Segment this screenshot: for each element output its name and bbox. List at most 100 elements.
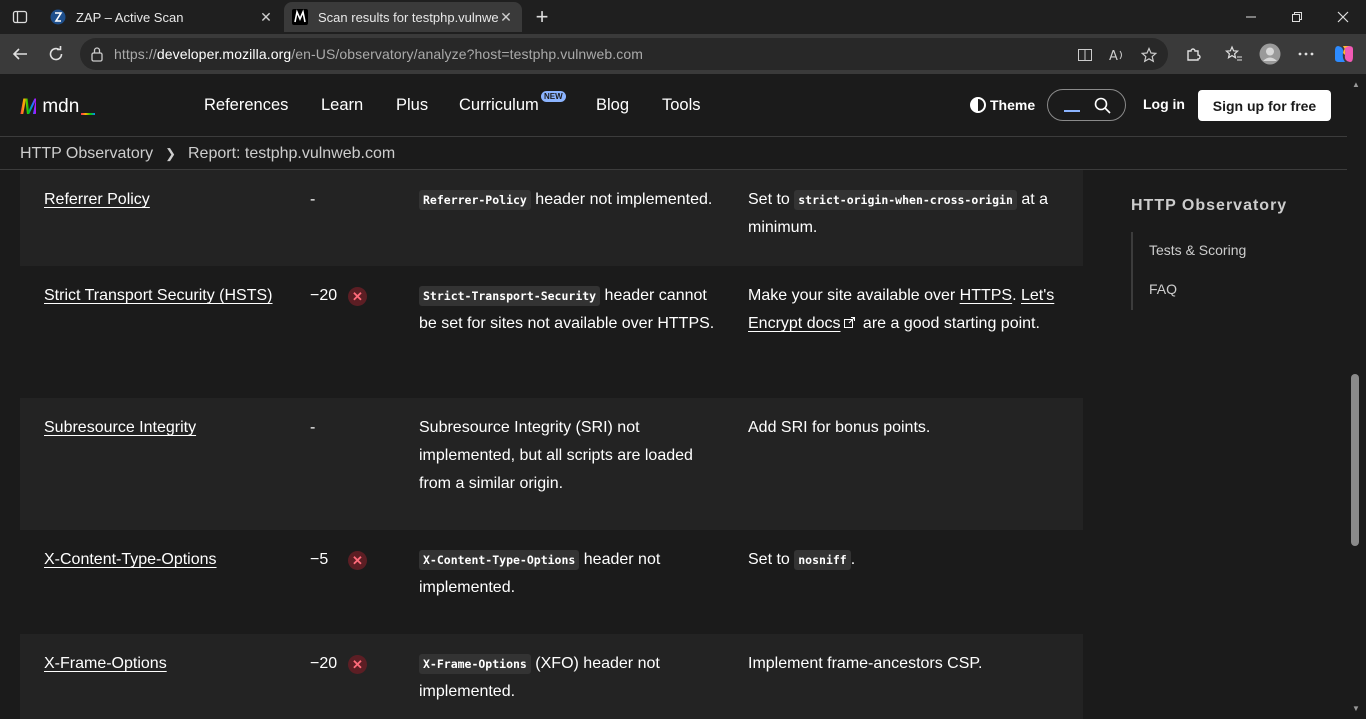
split-screen-icon[interactable] [1076,46,1094,64]
browser-tab-bar: ZAP – Active Scan ✕ Scan results for tes… [0,0,1366,34]
test-link-referrer-policy[interactable]: Referrer Policy [44,191,150,208]
header-code: Referrer-Policy [419,190,531,210]
advice-text: Add SRI for bonus points. [748,419,931,436]
reload-icon[interactable] [44,42,68,66]
advice-text: . [850,551,856,568]
breadcrumb-item-report[interactable]: Report: testphp.vulnweb.com [188,145,395,163]
lock-icon[interactable] [90,46,106,62]
score-cell: −20 ✕ [310,650,400,678]
nav-plus[interactable]: Plus [396,96,428,115]
advice-cell: Set to strict-origin-when-cross-origin a… [748,186,1058,242]
search-caret [1064,110,1080,112]
header-code: X-Frame-Options [419,654,531,674]
mdn-logo-text: mdn [42,96,80,117]
scroll-up-arrow-icon[interactable]: ▲ [1352,80,1360,89]
mdn-header: M mdn References Learn Plus Curriculum N… [0,74,1347,137]
advice-text: Set to [748,191,795,208]
reason-cell: Strict-Transport-Security header cannot … [419,282,719,338]
nav-blog[interactable]: Blog [596,96,629,115]
advice-cell: Add SRI for bonus points. [748,414,1058,442]
score-value: −5 [310,551,329,568]
https-link[interactable]: HTTPS [960,287,1012,304]
table-row: Strict Transport Security (HSTS) −20 ✕ St… [20,266,1083,398]
advice-cell: Make your site available over HTTPS. Let… [748,282,1058,338]
tab-actions-icon[interactable] [8,5,32,29]
close-tab-icon[interactable]: ✕ [258,9,274,25]
close-window-icon[interactable] [1320,0,1366,34]
advice-text: Set to [748,551,795,568]
test-link-sri[interactable]: Subresource Integrity [44,419,196,436]
login-link[interactable]: Log in [1143,96,1185,112]
minimize-icon[interactable] [1228,0,1274,34]
tab-title: ZAP – Active Scan [76,9,184,25]
test-link-xcto[interactable]: X-Content-Type-Options [44,551,217,568]
reason-text: Subresource Integrity (SRI) not implemen… [419,419,693,492]
advice-text: are a good starting point. [858,315,1040,332]
favorites-icon[interactable] [1222,42,1246,66]
reason-cell: X-Content-Type-Options header not implem… [419,546,719,602]
breadcrumb-item-observatory[interactable]: HTTP Observatory [20,145,153,163]
mdn-logo-mark-icon: M [20,94,38,119]
reason-cell: X-Frame-Options (XFO) header not impleme… [419,650,719,706]
back-arrow-icon[interactable] [8,42,32,66]
nav-learn[interactable]: Learn [321,96,363,115]
score-cell: −5 ✕ [310,546,400,574]
nav-curriculum[interactable]: Curriculum [459,96,539,115]
new-tab-icon[interactable]: + [530,4,554,29]
signup-button[interactable]: Sign up for free [1198,90,1331,121]
table-row: Subresource Integrity - Subresource Inte… [20,398,1083,530]
scrollbar-thumb[interactable] [1351,374,1359,546]
advice-text: Implement frame-ancestors CSP. [748,655,983,672]
table-of-contents: HTTP Observatory Tests & Scoring FAQ [1083,170,1347,719]
close-tab-icon[interactable]: ✕ [498,9,514,25]
table-row: X-Frame-Options −20 ✕ X-Frame-Options (XF… [20,634,1083,719]
scan-results-table: Referrer Policy - Referrer-Policy header… [20,170,1083,719]
browser-toolbar: https://developer.mozilla.org/en-US/obse… [0,34,1366,74]
search-icon[interactable] [1094,97,1111,119]
score-value: - [310,191,316,208]
mdn-logo[interactable]: M mdn [20,94,96,120]
browser-tab-mdn[interactable]: Scan results for testphp.vulnweb.com ✕ [284,2,522,32]
read-aloud-icon[interactable]: A [1108,46,1126,64]
restore-icon[interactable] [1274,0,1320,34]
score-value: −20 [310,655,338,672]
logo-underscore [81,113,96,115]
score-value: - [310,419,316,436]
browser-tab-zap[interactable]: ZAP – Active Scan ✕ [42,2,282,32]
chevron-right-icon: ❯ [165,145,176,161]
page-scrollbar[interactable]: ▲ ▼ [1347,74,1366,719]
address-bar[interactable]: https://developer.mozilla.org/en-US/obse… [80,38,1168,70]
theme-label: Theme [990,97,1036,113]
advice-cell: Set to nosniff. [748,546,1058,574]
mdn-favicon-icon [292,9,308,25]
tab-title: Scan results for testphp.vulnweb.com [318,9,498,25]
favorite-star-icon[interactable] [1140,46,1158,64]
score-value: −20 [310,287,338,304]
x-circle-icon: ✕ [348,551,367,570]
search-input[interactable] [1047,89,1126,121]
external-link-icon [844,310,856,338]
test-name-cell: X-Frame-Options [44,650,274,678]
profile-avatar-icon[interactable] [1258,42,1282,66]
more-options-icon[interactable] [1294,42,1318,66]
x-circle-icon: ✕ [348,655,367,674]
extensions-icon[interactable] [1181,42,1205,66]
test-link-xfo[interactable]: X-Frame-Options [44,655,167,672]
toc-item-faq[interactable]: FAQ [1149,281,1177,297]
test-link-hsts[interactable]: Strict Transport Security (HSTS) [44,287,273,304]
reason-cell: Referrer-Policy header not implemented. [419,186,719,214]
toc-divider [1131,232,1133,310]
reason-text: header not implemented. [530,191,713,208]
nav-references[interactable]: References [204,96,288,115]
score-cell: - [310,186,400,214]
theme-toggle-button[interactable]: Theme [970,97,1035,113]
copilot-icon[interactable] [1332,42,1356,66]
toc-item-tests-scoring[interactable]: Tests & Scoring [1149,242,1246,258]
test-name-cell: Referrer Policy [44,186,274,214]
breadcrumb: HTTP Observatory ❯ Report: testphp.vulnw… [0,138,1347,170]
nav-tools[interactable]: Tools [662,96,701,115]
test-name-cell: Subresource Integrity [44,414,274,442]
header-code: Strict-Transport-Security [419,286,601,306]
scroll-down-arrow-icon[interactable]: ▼ [1352,704,1360,713]
reason-cell: Subresource Integrity (SRI) not implemen… [419,414,719,498]
